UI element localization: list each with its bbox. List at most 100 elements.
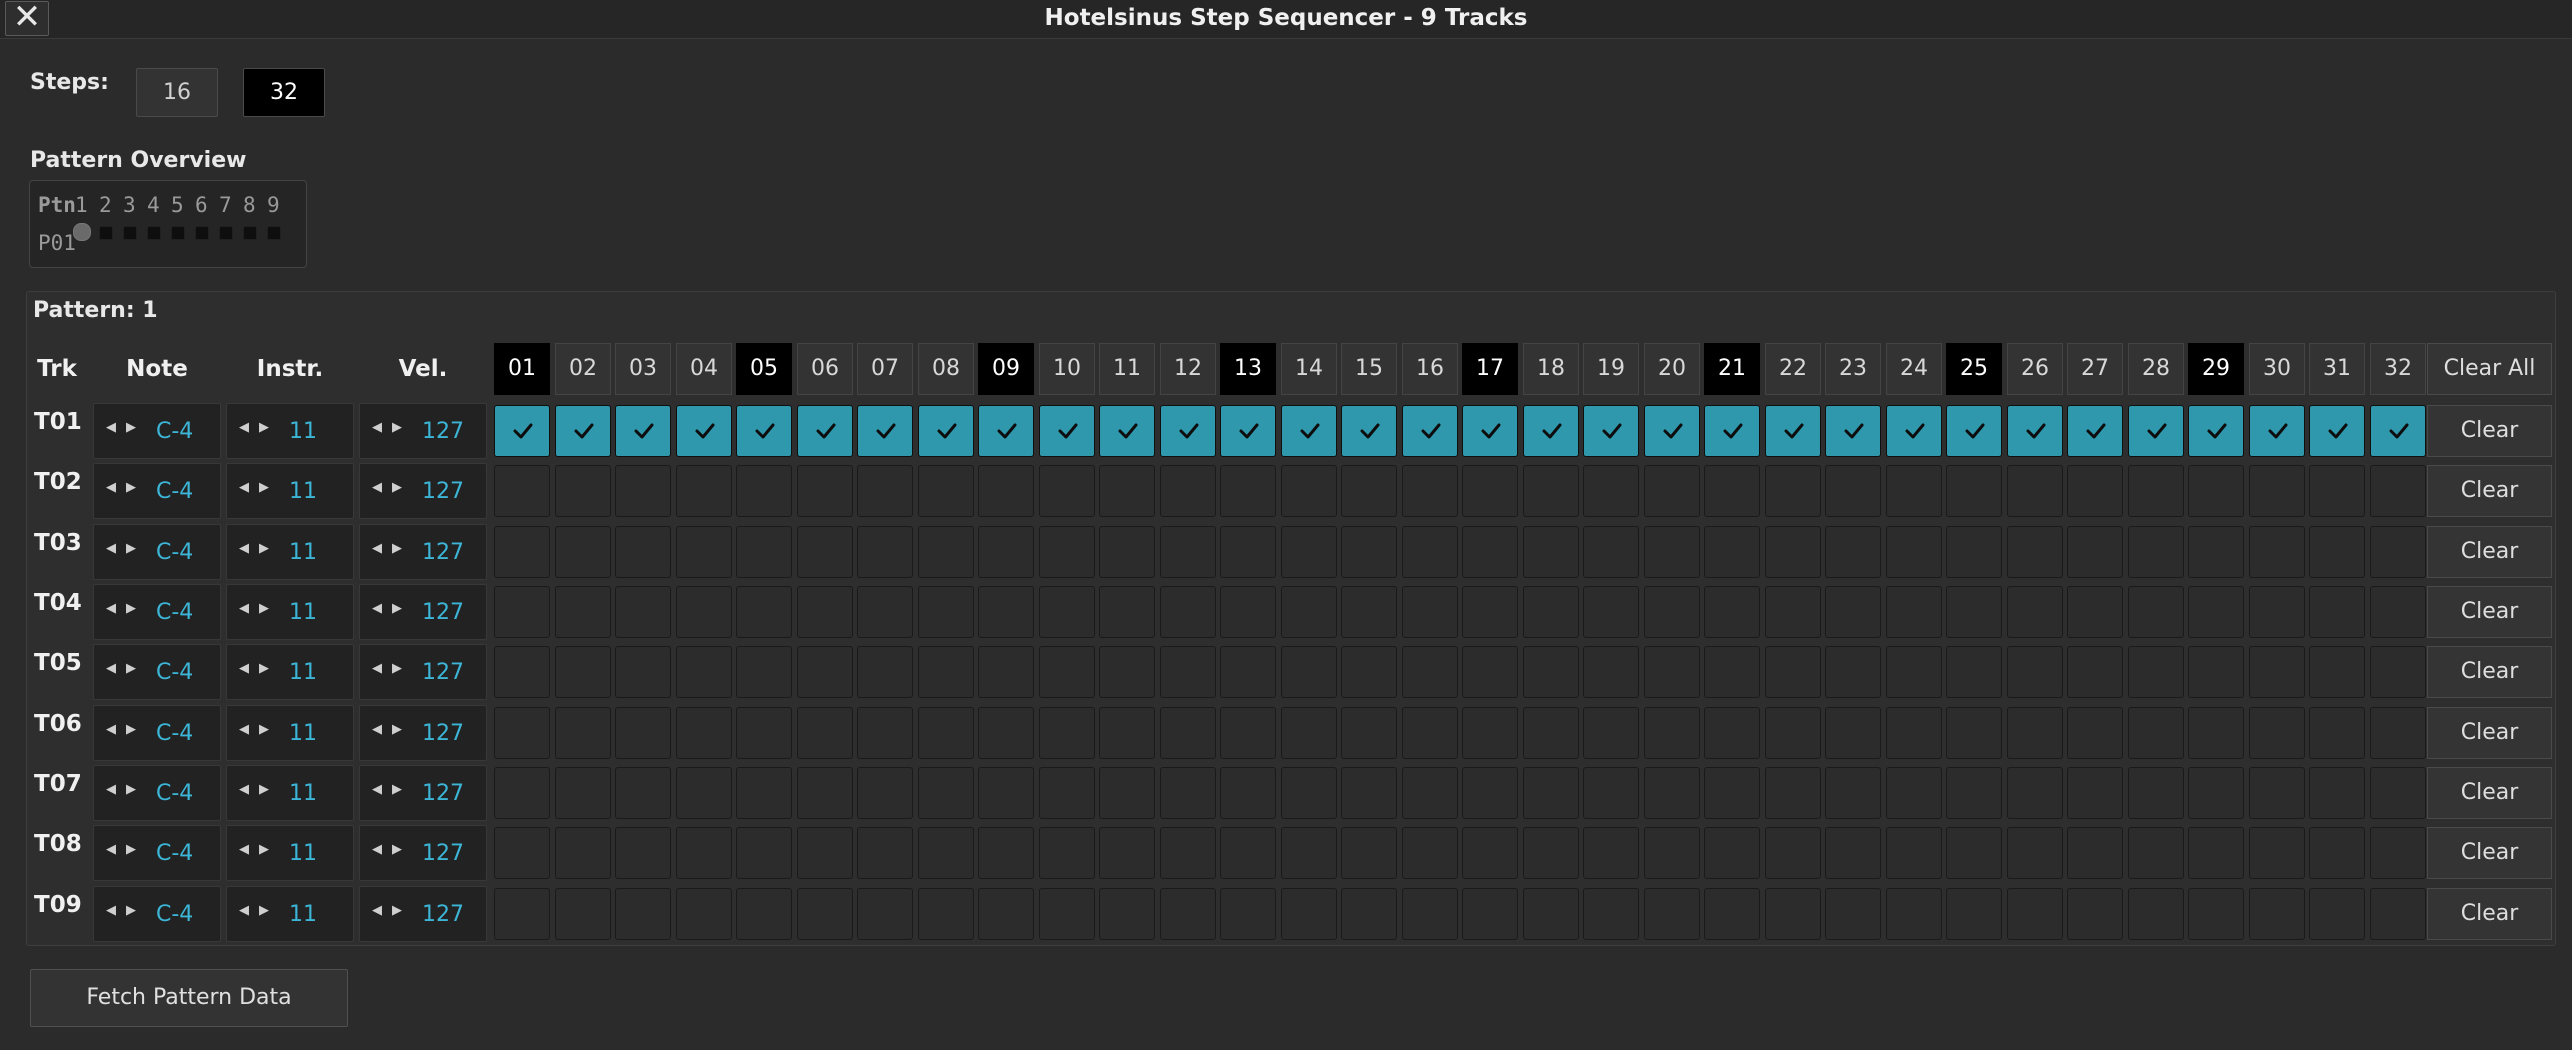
step-toggle[interactable] xyxy=(1462,526,1518,578)
step-toggle[interactable] xyxy=(2188,767,2244,819)
clear-track-button[interactable]: Clear xyxy=(2427,646,2552,698)
increment-arrow-icon[interactable]: ▶ xyxy=(392,903,402,918)
increment-arrow-icon[interactable]: ▶ xyxy=(259,842,269,857)
step-toggle[interactable] xyxy=(1281,526,1337,578)
step-toggle[interactable] xyxy=(736,767,792,819)
step-toggle[interactable] xyxy=(2128,827,2184,879)
step-toggle[interactable] xyxy=(1523,888,1579,940)
step-toggle[interactable] xyxy=(1402,707,1458,759)
step-toggle[interactable] xyxy=(2067,586,2123,638)
increment-arrow-icon[interactable]: ▶ xyxy=(259,420,269,435)
overview-cell[interactable] xyxy=(147,226,161,240)
overview-cell[interactable] xyxy=(243,226,257,240)
increment-arrow-icon[interactable]: ▶ xyxy=(259,661,269,676)
instr-selector[interactable]: ◀ ▶ 11 xyxy=(226,584,354,640)
step-toggle[interactable] xyxy=(797,586,853,638)
step-toggle[interactable] xyxy=(2128,888,2184,940)
step-toggle[interactable] xyxy=(2249,405,2305,457)
vel-selector[interactable]: ◀ ▶ 127 xyxy=(359,886,487,942)
step-toggle[interactable] xyxy=(1160,646,1216,698)
step-toggle[interactable] xyxy=(676,646,732,698)
step-toggle[interactable] xyxy=(615,767,671,819)
step-toggle[interactable] xyxy=(2249,646,2305,698)
decrement-arrow-icon[interactable]: ◀ xyxy=(106,661,116,676)
step-toggle[interactable] xyxy=(615,405,671,457)
step-toggle[interactable] xyxy=(1523,827,1579,879)
step-toggle[interactable] xyxy=(797,888,853,940)
step-toggle[interactable] xyxy=(797,827,853,879)
increment-arrow-icon[interactable]: ▶ xyxy=(259,480,269,495)
step-toggle[interactable] xyxy=(1765,707,1821,759)
step-toggle[interactable] xyxy=(615,827,671,879)
instr-selector[interactable]: ◀ ▶ 11 xyxy=(226,765,354,821)
step-toggle[interactable] xyxy=(555,646,611,698)
step-toggle[interactable] xyxy=(1462,827,1518,879)
instr-selector[interactable]: ◀ ▶ 11 xyxy=(226,463,354,519)
step-toggle[interactable] xyxy=(1825,767,1881,819)
step-toggle[interactable] xyxy=(918,827,974,879)
decrement-arrow-icon[interactable]: ◀ xyxy=(239,722,249,737)
step-toggle[interactable] xyxy=(1462,707,1518,759)
step-toggle[interactable] xyxy=(1946,827,2002,879)
step-toggle[interactable] xyxy=(1281,586,1337,638)
step-toggle[interactable] xyxy=(1765,827,1821,879)
step-toggle[interactable] xyxy=(978,586,1034,638)
step-toggle[interactable] xyxy=(2188,465,2244,517)
step-toggle[interactable] xyxy=(2370,888,2426,940)
step-toggle[interactable] xyxy=(2128,707,2184,759)
step-toggle[interactable] xyxy=(1039,646,1095,698)
step-toggle[interactable] xyxy=(494,646,550,698)
step-toggle[interactable] xyxy=(2249,827,2305,879)
step-toggle[interactable] xyxy=(1523,405,1579,457)
step-toggle[interactable] xyxy=(918,888,974,940)
step-toggle[interactable] xyxy=(1946,707,2002,759)
step-toggle[interactable] xyxy=(1644,586,1700,638)
step-toggle[interactable] xyxy=(1220,526,1276,578)
step-toggle[interactable] xyxy=(1644,827,1700,879)
overview-cell[interactable] xyxy=(171,226,185,240)
step-toggle[interactable] xyxy=(1402,888,1458,940)
step-toggle[interactable] xyxy=(1281,405,1337,457)
step-toggle[interactable] xyxy=(1462,646,1518,698)
step-toggle[interactable] xyxy=(1765,405,1821,457)
increment-arrow-icon[interactable]: ▶ xyxy=(392,480,402,495)
increment-arrow-icon[interactable]: ▶ xyxy=(392,661,402,676)
step-toggle[interactable] xyxy=(2007,465,2063,517)
step-toggle[interactable] xyxy=(2370,465,2426,517)
decrement-arrow-icon[interactable]: ◀ xyxy=(372,842,382,857)
step-toggle[interactable] xyxy=(1886,646,1942,698)
step-toggle[interactable] xyxy=(1099,465,1155,517)
step-toggle[interactable] xyxy=(736,707,792,759)
decrement-arrow-icon[interactable]: ◀ xyxy=(106,420,116,435)
step-toggle[interactable] xyxy=(1039,767,1095,819)
step-toggle[interactable] xyxy=(555,888,611,940)
step-toggle[interactable] xyxy=(676,827,732,879)
step-toggle[interactable] xyxy=(857,526,913,578)
step-toggle[interactable] xyxy=(857,646,913,698)
step-toggle[interactable] xyxy=(1402,646,1458,698)
step-toggle[interactable] xyxy=(1281,888,1337,940)
step-toggle[interactable] xyxy=(1220,888,1276,940)
decrement-arrow-icon[interactable]: ◀ xyxy=(239,903,249,918)
step-toggle[interactable] xyxy=(2309,586,2365,638)
step-toggle[interactable] xyxy=(2007,526,2063,578)
decrement-arrow-icon[interactable]: ◀ xyxy=(239,782,249,797)
instr-selector[interactable]: ◀ ▶ 11 xyxy=(226,403,354,459)
step-toggle[interactable] xyxy=(857,827,913,879)
step-toggle[interactable] xyxy=(1039,526,1095,578)
step-toggle[interactable] xyxy=(494,767,550,819)
overview-cell[interactable] xyxy=(267,226,281,240)
step-toggle[interactable] xyxy=(2128,526,2184,578)
increment-arrow-icon[interactable]: ▶ xyxy=(126,601,136,616)
decrement-arrow-icon[interactable]: ◀ xyxy=(239,601,249,616)
step-toggle[interactable] xyxy=(2007,827,2063,879)
step-toggle[interactable] xyxy=(1704,526,1760,578)
step-toggle[interactable] xyxy=(555,465,611,517)
step-toggle[interactable] xyxy=(978,646,1034,698)
step-toggle[interactable] xyxy=(1341,707,1397,759)
note-selector[interactable]: ◀ ▶ C-4 xyxy=(93,765,221,821)
increment-arrow-icon[interactable]: ▶ xyxy=(392,541,402,556)
step-toggle[interactable] xyxy=(2067,646,2123,698)
step-toggle[interactable] xyxy=(1825,707,1881,759)
step-toggle[interactable] xyxy=(2007,405,2063,457)
